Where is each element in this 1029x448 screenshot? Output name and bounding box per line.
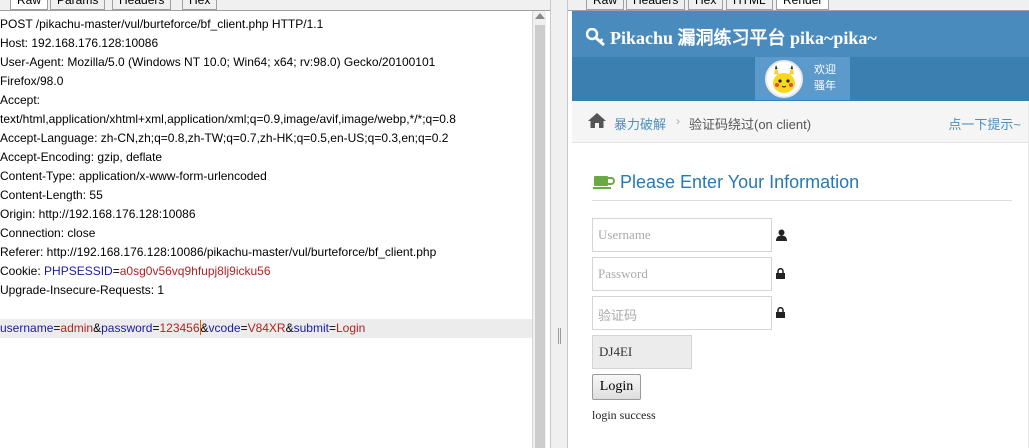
greeting-line-2: 骚年 <box>814 80 836 92</box>
user-menu[interactable]: 欢迎 骚年 <box>755 57 850 100</box>
param-key-password: password <box>101 321 153 335</box>
header-host: Host: 192.168.176.128:10086 <box>0 36 159 50</box>
request-line: POST /pikachu-master/vul/burteforce/bf_c… <box>0 17 324 31</box>
scroll-up-arrow-icon[interactable] <box>535 13 545 19</box>
breadcrumb-current: 验证码绕过(on client) <box>689 117 812 132</box>
param-amp: & <box>285 321 294 335</box>
cookie-prefix: Cookie: <box>0 264 45 278</box>
request-body: username=admin&password=123456&vcode=V84… <box>0 319 532 338</box>
login-status-message: login success <box>592 408 656 422</box>
home-icon[interactable] <box>588 113 606 128</box>
chevron-right-icon: › <box>676 114 680 128</box>
breadcrumb-link-bruteforce[interactable]: 暴力破解 <box>614 114 666 133</box>
raw-request-text[interactable]: POST /pikachu-master/vul/burteforce/bf_c… <box>0 11 546 448</box>
response-tabbar: Raw Headers Hex HTML Render <box>568 0 1029 11</box>
header-content-type: Content-Type: application/x-www-form-url… <box>0 169 267 183</box>
header-accept: Accept: <box>0 93 41 107</box>
tab-raw[interactable]: Raw <box>10 0 49 10</box>
username-input[interactable]: Username <box>592 218 772 252</box>
header-user-agent-cont: Firefox/98.0 <box>0 74 64 88</box>
header-user-agent: User-Agent: Mozilla/5.0 (Windows NT 10.0… <box>0 55 436 69</box>
breadcrumb: 暴力破解 › 验证码绕过(on client) 点一下提示~ <box>572 101 1029 143</box>
header-content-length: Content-Length: 55 <box>0 188 103 202</box>
request-scrollbar[interactable] <box>532 11 546 448</box>
header-referer: Referer: http://192.168.176.128:10086/pi… <box>0 245 437 259</box>
brand-text: Pikachu 漏洞练习平台 pika~pika~ <box>610 28 877 48</box>
scrollbar-thumb[interactable] <box>535 25 545 448</box>
tab-response-html[interactable]: HTML <box>726 0 773 10</box>
lock-icon <box>776 268 785 279</box>
pane-splitter[interactable] <box>550 0 568 448</box>
captcha-display[interactable]: DJ4EI <box>592 335 692 369</box>
form-header: Please Enter Your Information <box>592 170 1012 201</box>
hint-link[interactable]: 点一下提示~ <box>948 114 1021 133</box>
header-upgrade: Upgrade-Insecure-Requests: 1 <box>0 283 165 297</box>
password-input[interactable]: Password <box>592 257 772 291</box>
cookie-eq: = <box>112 264 120 278</box>
param-key-vcode: vcode <box>208 321 241 335</box>
form-title: Please Enter Your Information <box>620 172 860 192</box>
param-value-vcode: V84XR <box>247 321 286 335</box>
vcode-input[interactable]: 验证码 <box>592 296 772 330</box>
tab-response-render[interactable]: Render <box>776 0 830 10</box>
request-editor-pane: Raw Params Headers Hex POST /pikachu-mas… <box>0 0 560 448</box>
cookie-name: PHPSESSID <box>44 264 113 278</box>
cookie-value: a0sg0v56vq9hfupj8lj9icku56 <box>119 264 271 278</box>
param-value-password: 123456 <box>159 321 200 335</box>
tab-headers[interactable]: Headers <box>112 0 172 10</box>
param-key-username: username <box>0 321 54 335</box>
param-amp: & <box>93 321 102 335</box>
header-connection: Connection: close <box>0 226 96 240</box>
tab-response-headers[interactable]: Headers <box>626 0 686 10</box>
avatar <box>765 60 803 98</box>
param-key-submit: submit <box>293 321 329 335</box>
login-button[interactable]: Login <box>592 374 641 400</box>
header-accept-language: Accept-Language: zh-CN,zh;q=0.8,zh-TW;q=… <box>0 131 449 145</box>
param-amp: & <box>200 321 209 335</box>
key-icon <box>586 28 605 46</box>
user-icon <box>776 229 787 241</box>
splitter-grip-icon[interactable] <box>558 328 561 344</box>
site-brand[interactable]: Pikachu 漏洞练习平台 pika~pika~ <box>586 24 877 50</box>
header-accept-encoding: Accept-Encoding: gzip, deflate <box>0 150 163 164</box>
tab-hex[interactable]: Hex <box>182 0 218 10</box>
coffee-icon <box>593 176 615 189</box>
header-origin: Origin: http://192.168.176.128:10086 <box>0 207 196 221</box>
tab-response-raw[interactable]: Raw <box>586 0 625 10</box>
param-value-submit: Login <box>335 321 366 335</box>
param-eq: = <box>240 321 248 335</box>
header-cookie: Cookie: PHPSESSID=a0sg0v56vq9hfupj8lj9ic… <box>0 262 532 281</box>
greeting: 欢迎 骚年 <box>814 62 836 94</box>
pikachu-avatar-icon <box>767 62 801 96</box>
tab-params[interactable]: Params <box>50 0 106 10</box>
param-eq: = <box>328 321 336 335</box>
site-navbar: Pikachu 漏洞练习平台 pika~pika~ 欢迎 骚年 <box>572 11 1029 101</box>
param-value-username: admin <box>60 321 94 335</box>
response-render-pane: Raw Headers Hex HTML Render Pikachu 漏洞练习… <box>568 0 1029 448</box>
header-accept-value: text/html,application/xhtml+xml,applicat… <box>0 112 456 126</box>
request-tabbar: Raw Params Headers Hex <box>0 0 560 11</box>
greeting-line-1: 欢迎 <box>814 64 836 76</box>
lock-icon <box>776 307 785 318</box>
tab-response-hex[interactable]: Hex <box>688 0 724 10</box>
